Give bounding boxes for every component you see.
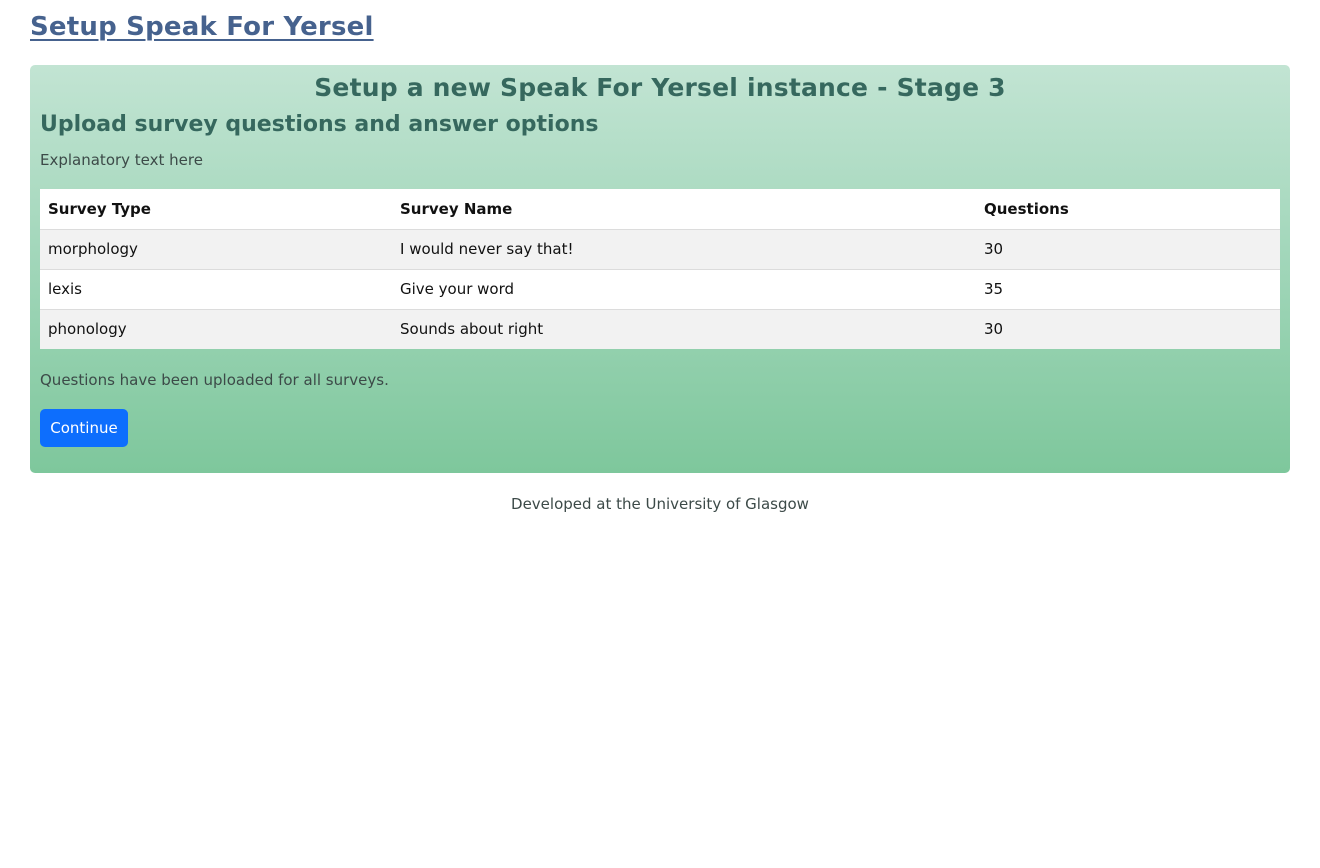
table-header-row: Survey Type Survey Name Questions [40,189,1280,229]
questions-count-cell: 30 [976,228,1280,269]
footer-text: Developed at the University of Glasgow [511,495,809,513]
survey-type-cell: phonology [40,308,392,349]
upload-status-text: Questions have been uploaded for all sur… [40,371,389,389]
questions-count-cell: 35 [976,268,1280,309]
column-header-survey-name: Survey Name [392,189,976,229]
survey-name-cell: Give your word [392,268,976,309]
column-header-questions: Questions [976,189,1280,229]
explanatory-text: Explanatory text here [40,151,203,169]
continue-button[interactable]: Continue [40,409,128,447]
survey-name-cell: I would never say that! [392,228,976,269]
survey-type-cell: morphology [40,228,392,269]
stage-title: Setup a new Speak For Yersel instance - … [314,73,1006,102]
table-row: phonology Sounds about right 30 [40,308,1280,349]
site-title-link[interactable]: Setup Speak For Yersel [30,12,374,42]
section-heading: Upload survey questions and answer optio… [40,112,599,137]
setup-panel: Setup a new Speak For Yersel instance - … [30,65,1290,473]
questions-count-cell: 30 [976,308,1280,349]
survey-type-cell: lexis [40,268,392,309]
survey-name-cell: Sounds about right [392,308,976,349]
table-row: morphology I would never say that! 30 [40,228,1280,269]
survey-table: Survey Type Survey Name Questions morpho… [40,189,1280,349]
table-row: lexis Give your word 35 [40,268,1280,309]
column-header-survey-type: Survey Type [40,189,392,229]
page: Setup Speak For Yersel Setup a new Speak… [0,0,1320,868]
